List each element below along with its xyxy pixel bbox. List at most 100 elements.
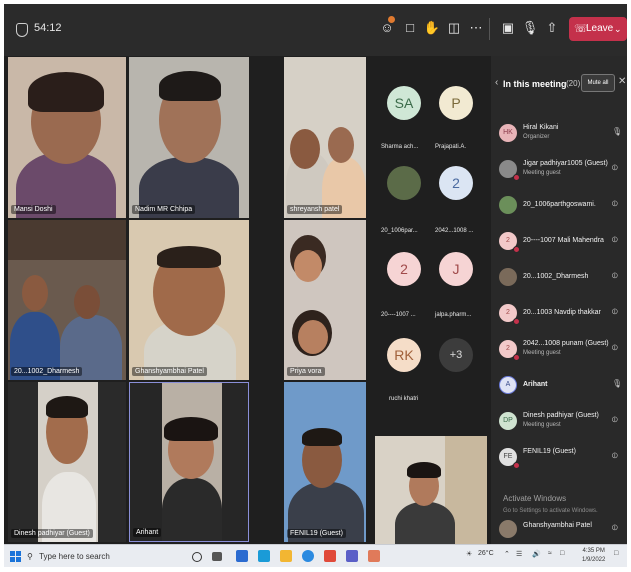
video-tile[interactable]: 20...1002_Dharmesh [8,220,126,380]
participant-row[interactable]: 2 20----1007 Mali Mahendra ⦶ [491,226,627,262]
mute-all-button[interactable]: Mute all [581,74,615,92]
avatar: HK [499,124,517,142]
participant-role: Meeting guest [523,350,561,356]
cortana-icon[interactable] [192,552,202,562]
participant-row[interactable]: 2 2042...1008 punam (Guest) Meeting gues… [491,334,627,370]
avatar[interactable]: 2 [439,166,473,200]
panel-title: In this meeting [503,79,567,89]
weather-icon[interactable]: ☀ [466,550,472,558]
participant-name: 20...1002_Dharmesh [523,273,589,280]
video-tile[interactable]: shreyansh patel [284,57,366,218]
teams-icon[interactable] [346,550,358,562]
avatar: A [499,376,517,394]
tray-icons[interactable]: ☰ [516,550,522,558]
more-participants-button[interactable]: +3 [439,338,473,372]
mic-off-icon[interactable]: ⦶ [612,415,618,425]
participant-row[interactable]: 2 20...1003 Navdip thakkar ⦶ [491,298,627,334]
video-tile[interactable]: Priya vora [284,220,366,380]
participant-name: 20_1006parthgoswami. [523,201,596,208]
participant-name: 20...1002_Dharmesh [11,367,83,376]
rooms-icon[interactable]: ◫ [444,18,464,38]
clock[interactable]: 4:35 PM 1/9/2022 [582,547,605,565]
reactions-icon[interactable]: ✋ [422,18,442,38]
mic-off-icon[interactable]: ⦶ [612,343,618,353]
avatar-name: jalpa.pharm... [435,312,472,318]
video-tile[interactable]: FENIL19 (Guest) [284,382,366,542]
participant-row[interactable]: 20_1006parthgoswami. ⦶ [491,190,627,226]
mic-off-icon[interactable]: ⦶ [612,199,618,209]
leave-button[interactable]: ☏ Leave ⌄ [569,17,627,41]
video-tile-active[interactable]: Arihant [129,382,249,542]
participant-name: Dinesh padhiyar (Guest) [11,529,93,538]
volume-icon[interactable]: 🔊 [532,550,541,558]
more-options-icon[interactable]: ⋯ [466,18,486,38]
file-explorer-icon[interactable] [280,550,292,562]
store-icon[interactable] [236,550,248,562]
tray-chevron-icon[interactable]: ⌃ [504,550,510,558]
participant-count: (20) [566,79,581,88]
avatar[interactable]: P [439,86,473,120]
avatar[interactable]: RK [387,338,421,372]
chat-icon[interactable]: □ [400,18,420,38]
mic-off-icon[interactable]: ⦶ [612,307,618,317]
windows-start-icon[interactable] [10,551,21,562]
participant-row[interactable]: DP Dinesh padhiyar (Guest) Meeting guest… [491,406,627,442]
participant-name: Mansi Doshi [11,205,56,214]
participant-row[interactable]: HK Hiral Kikani Organizer 🎙 [491,118,627,154]
mic-off-icon[interactable]: ⦶ [612,271,618,281]
microphone-icon[interactable]: 🎙 [612,379,622,388]
share-icon[interactable]: ⇧ [542,18,562,38]
participant-role: Organizer [523,134,550,140]
camera-icon[interactable]: ▣ [498,18,518,38]
task-view-icon[interactable] [212,552,222,561]
status-indicator [513,246,520,253]
participant-row[interactable]: 20...1002_Dharmesh ⦶ [491,262,627,298]
taskbar-search-input[interactable]: ⚲ Type here to search [27,548,182,565]
video-tile[interactable]: Dinesh padhiyar (Guest) [8,382,126,542]
participant-role: Meeting guest [523,170,561,176]
close-icon[interactable]: ✕ [618,76,626,87]
microphone-icon[interactable]: 🎙 [520,18,540,38]
edge-icon[interactable] [302,550,314,562]
avatar [499,268,517,286]
video-tile[interactable]: Ghanshyambhai Patel [129,220,249,380]
video-tile[interactable]: Nadim MR Chhipa [129,57,249,218]
video-tile[interactable]: Mansi Doshi [8,57,126,218]
back-icon[interactable]: ‹ [495,77,498,88]
avatar[interactable]: 2 [387,252,421,286]
language-icon[interactable]: □ [560,550,564,557]
participant-name: Ghanshyambhai Patel [132,367,207,376]
weather-temp[interactable]: 26°C [478,550,494,557]
avatar-name: 2042...1008 ... [435,228,474,234]
chevron-down-icon[interactable]: ⌄ [614,17,622,41]
avatar[interactable] [387,166,421,200]
status-indicator [513,174,520,181]
mic-off-icon[interactable]: ⦶ [612,163,618,173]
participant-row[interactable]: Jigar padhiyar1005 (Guest) Meeting guest… [491,154,627,190]
participant-name: shreyansh patel [287,205,343,214]
office-icon[interactable] [324,550,336,562]
avatar [499,520,517,538]
self-view-tile[interactable] [375,436,487,544]
mic-off-icon[interactable]: ⦶ [612,235,618,245]
mail-icon[interactable] [258,550,270,562]
meeting-timer: 54:12 [34,22,62,34]
participant-row[interactable]: A Arihant 🎙 [491,370,627,406]
windows-taskbar: ⚲ Type here to search ☀ 26°C ⌃ ☰ 🔊 ≈ □ 4… [4,544,627,567]
notification-badge [388,16,395,23]
app-icon[interactable] [368,550,380,562]
participant-row[interactable]: FE FENIL19 (Guest) ⦶ [491,442,627,478]
mic-off-icon[interactable]: ⦶ [612,523,618,533]
mic-off-icon[interactable]: ⦶ [612,451,618,461]
participant-name: Jigar padhiyar1005 (Guest) [523,160,608,167]
notifications-icon[interactable]: □ [614,550,618,557]
avatar[interactable]: SA [387,86,421,120]
teams-window: 54:12 ☺ □ ✋ ◫ ⋯ ▣ 🎙 ⇧ ☏ Leave ⌄ Mansi Do… [4,4,627,567]
avatar-name: Sharma ach... [381,144,419,150]
clock-date: 1/9/2022 [582,557,606,563]
microphone-icon[interactable]: 🎙 [612,127,622,136]
avatar[interactable]: J [439,252,473,286]
avatar-name: ruchi khatri [389,396,419,402]
participant-name: Dinesh padhiyar (Guest) [523,412,599,419]
wifi-icon[interactable]: ≈ [548,550,552,557]
